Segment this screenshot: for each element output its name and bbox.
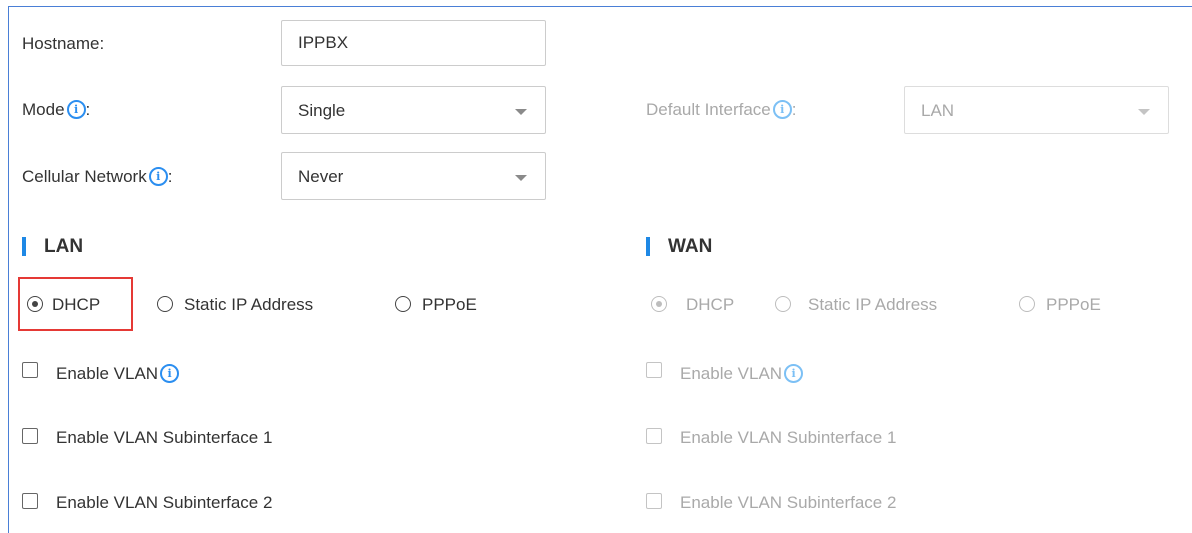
lan-radio-pppoe-label[interactable]: PPPoE	[422, 295, 477, 315]
checkbox-icon	[646, 428, 662, 444]
cellular-network-select[interactable]: Never	[281, 152, 546, 200]
wan-radio-static-ip[interactable]	[775, 296, 791, 317]
chevron-down-icon	[515, 175, 527, 181]
lan-enable-vlan-label: Enable VLAN i	[56, 364, 180, 384]
mode-select-value: Single	[298, 101, 346, 120]
info-icon[interactable]: i	[160, 364, 180, 383]
radio-checked-icon	[651, 296, 667, 312]
wan-vlan-subinterface-1-label[interactable]: Enable VLAN Subinterface 1	[680, 428, 896, 448]
wan-radio-dhcp[interactable]	[651, 296, 667, 317]
radio-unchecked-icon	[157, 296, 173, 312]
default-interface-select-value: LAN	[921, 101, 955, 120]
wan-enable-vlan-label: Enable VLAN i	[680, 364, 804, 384]
checkbox-icon	[646, 493, 662, 509]
section-accent-bar	[22, 237, 26, 256]
wan-enable-vlan-text[interactable]: Enable VLAN	[680, 364, 782, 383]
info-icon[interactable]: i	[66, 100, 86, 119]
hostname-input[interactable]	[282, 21, 545, 65]
lan-enable-vlan-text[interactable]: Enable VLAN	[56, 364, 158, 383]
wan-vlan-subinterface-2-checkbox[interactable]	[646, 493, 662, 514]
radio-checked-icon	[27, 296, 43, 312]
wan-vlan-subinterface-2-label[interactable]: Enable VLAN Subinterface 2	[680, 493, 896, 513]
checkbox-icon	[22, 428, 38, 444]
default-interface-select[interactable]: LAN	[904, 86, 1169, 134]
wan-section-title: WAN	[668, 236, 713, 257]
wan-vlan-subinterface-1-checkbox[interactable]	[646, 428, 662, 449]
info-icon[interactable]: i	[784, 364, 804, 383]
lan-vlan-subinterface-2-checkbox[interactable]	[22, 493, 38, 514]
lan-vlan-subinterface-2-label[interactable]: Enable VLAN Subinterface 2	[56, 493, 272, 513]
wan-radio-pppoe[interactable]	[1019, 296, 1035, 317]
info-icon[interactable]: i	[772, 100, 792, 119]
chevron-down-icon	[515, 109, 527, 115]
lan-radio-dhcp-label[interactable]: DHCP	[52, 295, 100, 315]
mode-label-text: Mode	[22, 100, 65, 119]
lan-section-title: LAN	[44, 236, 84, 257]
lan-radio-static-ip-label[interactable]: Static IP Address	[184, 295, 313, 315]
chevron-down-icon	[1138, 109, 1150, 115]
mode-select[interactable]: Single	[281, 86, 546, 134]
wan-radio-dhcp-label[interactable]: DHCP	[686, 295, 734, 315]
cellular-network-select-value: Never	[298, 167, 344, 186]
default-interface-label-colon: :	[791, 100, 797, 119]
mode-label-colon: :	[85, 100, 91, 119]
radio-unchecked-icon	[775, 296, 791, 312]
hostname-label: Hostname:	[22, 34, 105, 53]
default-interface-label: Default Interface i:	[646, 100, 796, 120]
default-interface-label-text: Default Interface	[646, 100, 771, 119]
cellular-network-label-text: Cellular Network	[22, 167, 147, 186]
cellular-network-label-colon: :	[167, 167, 173, 186]
wan-radio-pppoe-label[interactable]: PPPoE	[1046, 295, 1101, 315]
lan-radio-pppoe[interactable]	[395, 296, 411, 317]
hostname-input-wrapper	[281, 20, 546, 66]
lan-vlan-subinterface-1-checkbox[interactable]	[22, 428, 38, 449]
checkbox-icon	[646, 362, 662, 378]
mode-label: Mode i:	[22, 100, 90, 120]
info-icon[interactable]: i	[148, 167, 168, 186]
lan-radio-dhcp[interactable]	[27, 296, 43, 317]
cellular-network-label: Cellular Network i:	[22, 167, 172, 187]
wan-enable-vlan-checkbox[interactable]	[646, 362, 662, 383]
section-accent-bar	[646, 237, 650, 256]
lan-enable-vlan-checkbox[interactable]	[22, 362, 38, 383]
checkbox-icon	[22, 362, 38, 378]
radio-unchecked-icon	[1019, 296, 1035, 312]
lan-vlan-subinterface-1-label[interactable]: Enable VLAN Subinterface 1	[56, 428, 272, 448]
checkbox-icon	[22, 493, 38, 509]
lan-radio-static-ip[interactable]	[157, 296, 173, 317]
wan-radio-static-ip-label[interactable]: Static IP Address	[808, 295, 937, 315]
radio-unchecked-icon	[395, 296, 411, 312]
